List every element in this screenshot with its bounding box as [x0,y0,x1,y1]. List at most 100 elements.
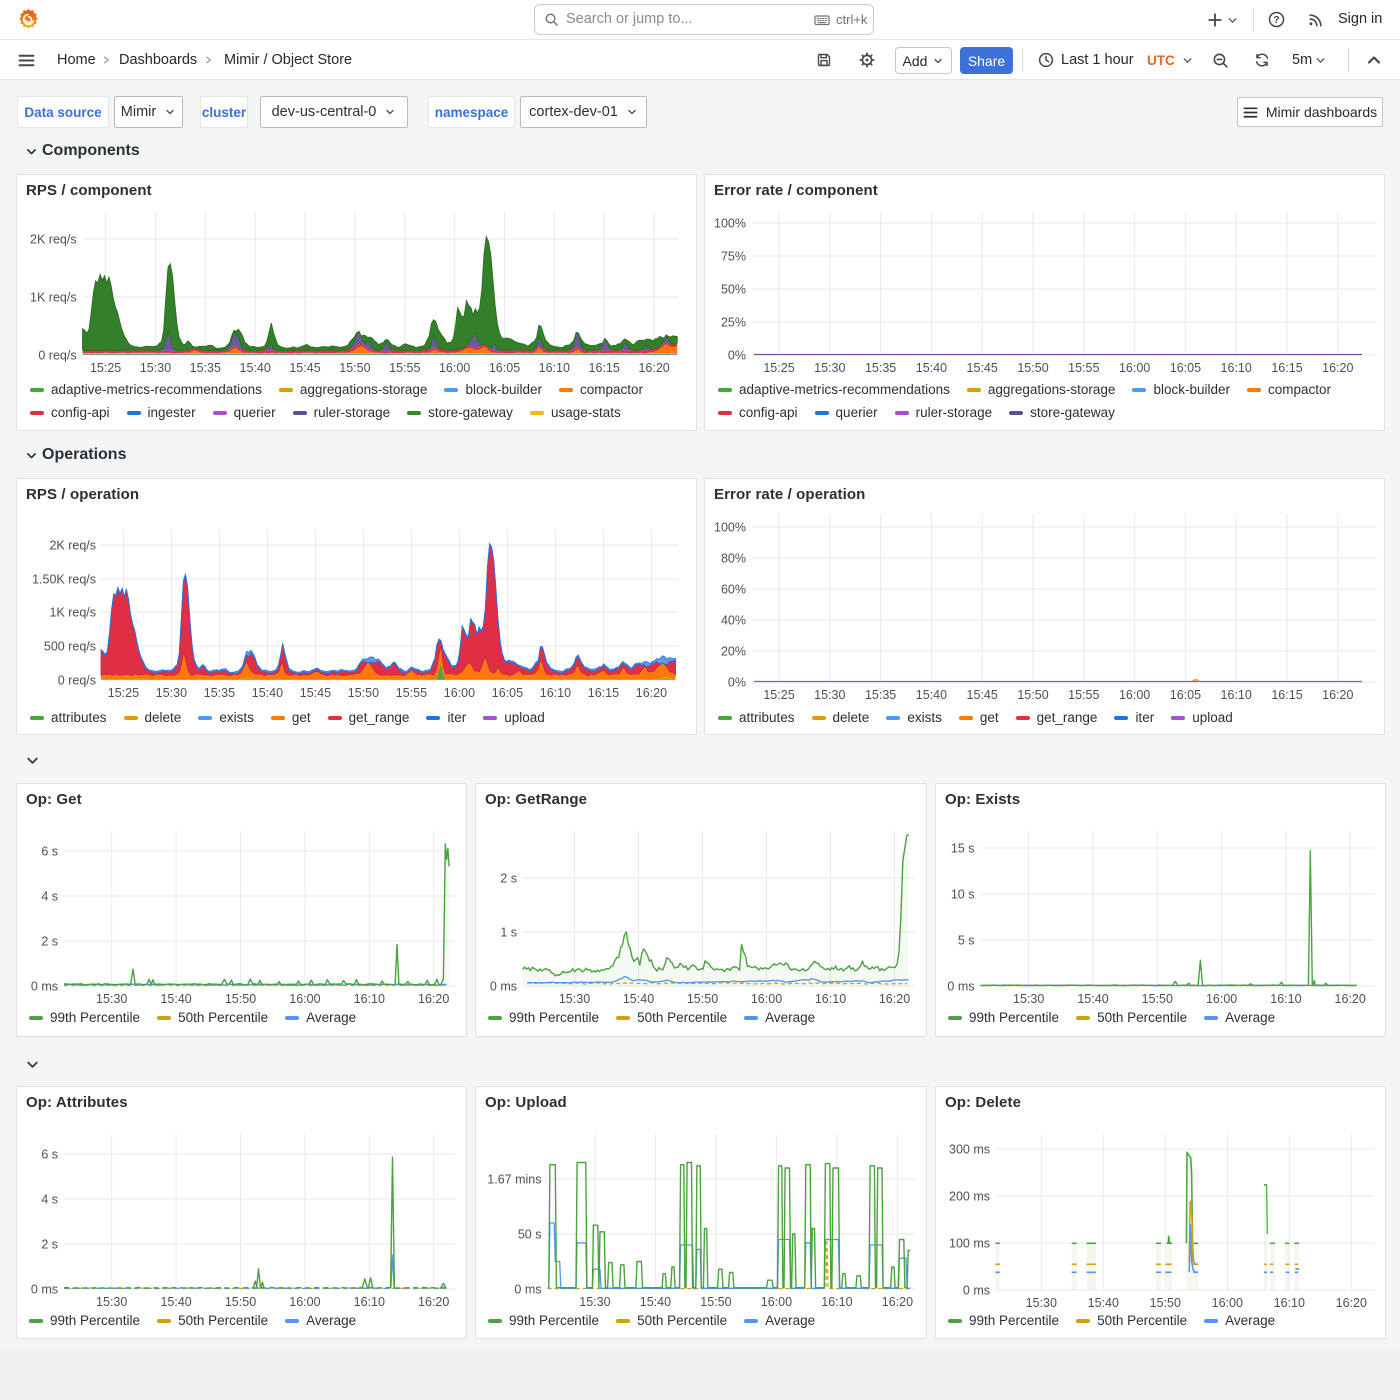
svg-text:16:00: 16:00 [751,992,782,1006]
svg-text:0%: 0% [728,349,746,363]
svg-text:16:05: 16:05 [1170,688,1201,702]
svg-text:0 ms: 0 ms [31,1283,58,1297]
svg-text:15:40: 15:40 [623,992,654,1006]
svg-text:16:20: 16:20 [638,361,669,375]
svg-text:15:45: 15:45 [300,686,331,700]
svg-text:16:10: 16:10 [354,1295,385,1309]
svg-text:15:35: 15:35 [865,688,896,702]
svg-text:16:20: 16:20 [418,1295,449,1309]
svg-text:15:50: 15:50 [687,992,718,1006]
svg-text:16:10: 16:10 [1221,361,1252,375]
svg-text:16:20: 16:20 [418,992,449,1006]
svg-text:15:40: 15:40 [916,361,947,375]
svg-text:16:00: 16:00 [761,1295,792,1309]
svg-text:15:30: 15:30 [814,688,845,702]
svg-text:2K req/s: 2K req/s [49,539,96,553]
svg-text:15:40: 15:40 [240,361,271,375]
svg-text:16:20: 16:20 [1322,688,1353,702]
svg-text:16:10: 16:10 [540,686,571,700]
svg-text:15:55: 15:55 [1068,361,1099,375]
svg-text:16:00: 16:00 [289,992,320,1006]
svg-text:0 ms: 0 ms [490,980,517,994]
svg-text:16:00: 16:00 [1206,992,1237,1006]
svg-text:15:40: 15:40 [1077,992,1108,1006]
svg-text:2 s: 2 s [500,872,517,886]
svg-text:15:30: 15:30 [814,361,845,375]
svg-text:15:50: 15:50 [348,686,379,700]
svg-text:16:10: 16:10 [1274,1296,1305,1310]
svg-text:0 ms: 0 ms [514,1283,541,1297]
svg-text:16:15: 16:15 [589,361,620,375]
svg-text:15:55: 15:55 [1068,688,1099,702]
svg-text:4 s: 4 s [41,890,58,904]
svg-text:15:30: 15:30 [140,361,171,375]
svg-text:15:50: 15:50 [1142,992,1173,1006]
svg-text:15:35: 15:35 [204,686,235,700]
svg-text:10 s: 10 s [951,888,975,902]
svg-text:15:25: 15:25 [90,361,121,375]
svg-text:4 s: 4 s [41,1193,58,1207]
svg-text:15:30: 15:30 [96,1295,127,1309]
svg-text:16:00: 16:00 [1119,688,1150,702]
svg-text:2 s: 2 s [41,1238,58,1252]
svg-text:15:40: 15:40 [916,688,947,702]
svg-text:80%: 80% [721,552,746,566]
svg-text:16:20: 16:20 [1336,1296,1367,1310]
svg-text:75%: 75% [721,250,746,264]
svg-text:500 req/s: 500 req/s [44,640,96,654]
svg-text:15:50: 15:50 [1017,688,1048,702]
svg-text:15:30: 15:30 [156,686,187,700]
svg-text:15:50: 15:50 [1017,361,1048,375]
svg-text:15:30: 15:30 [579,1295,610,1309]
svg-text:16:10: 16:10 [1270,992,1301,1006]
svg-text:15:40: 15:40 [160,1295,191,1309]
svg-text:16:10: 16:10 [1221,688,1252,702]
svg-text:15:55: 15:55 [389,361,420,375]
svg-text:100%: 100% [714,217,746,231]
svg-text:6 s: 6 s [41,845,58,859]
svg-text:0%: 0% [728,676,746,690]
svg-text:15:40: 15:40 [160,992,191,1006]
svg-text:16:20: 16:20 [1335,992,1366,1006]
svg-text:15:50: 15:50 [1150,1296,1181,1310]
svg-text:20%: 20% [721,645,746,659]
svg-text:25%: 25% [721,316,746,330]
svg-text:0 req/s: 0 req/s [58,674,96,688]
svg-text:15:40: 15:40 [1088,1296,1119,1310]
svg-text:15:50: 15:50 [700,1295,731,1309]
svg-text:16:15: 16:15 [1271,361,1302,375]
svg-text:0 ms: 0 ms [963,1284,990,1298]
svg-text:200 ms: 200 ms [949,1190,990,1204]
svg-text:16:10: 16:10 [815,992,846,1006]
svg-text:15 s: 15 s [951,842,975,856]
svg-text:5 s: 5 s [958,934,975,948]
svg-text:40%: 40% [721,614,746,628]
svg-text:1 s: 1 s [500,926,517,940]
svg-text:16:15: 16:15 [1271,688,1302,702]
svg-text:6 s: 6 s [41,1148,58,1162]
svg-text:16:15: 16:15 [588,686,619,700]
svg-text:15:55: 15:55 [396,686,427,700]
svg-text:15:50: 15:50 [339,361,370,375]
svg-text:0 req/s: 0 req/s [38,349,76,363]
svg-text:2K req/s: 2K req/s [30,233,77,247]
svg-text:15:50: 15:50 [225,992,256,1006]
svg-text:15:25: 15:25 [763,688,794,702]
svg-text:16:20: 16:20 [879,992,910,1006]
svg-text:15:35: 15:35 [190,361,221,375]
svg-text:15:45: 15:45 [967,361,998,375]
svg-text:16:20: 16:20 [1322,361,1353,375]
svg-text:0 ms: 0 ms [947,980,974,994]
svg-text:16:05: 16:05 [1170,361,1201,375]
svg-text:2 s: 2 s [41,935,58,949]
svg-text:0 ms: 0 ms [31,980,58,994]
svg-text:16:05: 16:05 [489,361,520,375]
svg-text:16:20: 16:20 [882,1295,913,1309]
svg-text:16:00: 16:00 [439,361,470,375]
svg-text:15:30: 15:30 [1013,992,1044,1006]
svg-text:1K req/s: 1K req/s [49,606,96,620]
svg-text:100 ms: 100 ms [949,1237,990,1251]
svg-text:15:25: 15:25 [763,361,794,375]
svg-text:300 ms: 300 ms [949,1143,990,1157]
svg-text:16:00: 16:00 [444,686,475,700]
